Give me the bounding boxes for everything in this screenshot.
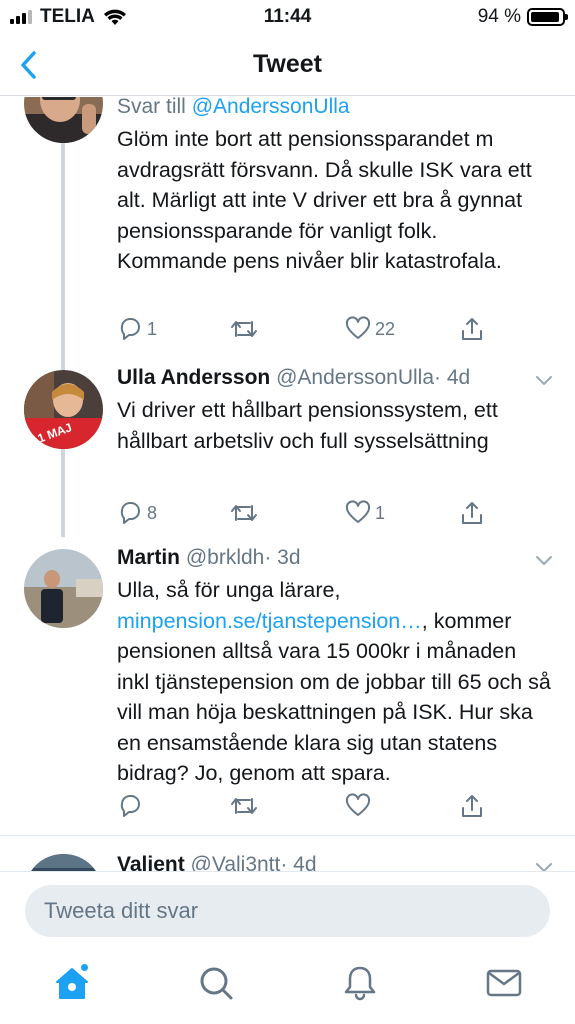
like-count: 1 xyxy=(375,502,386,523)
tweet-header: Valient @Vali3ntt· 4d xyxy=(117,852,553,871)
like-button[interactable]: 1 xyxy=(345,500,385,526)
tweet-text: Ulla, så för unga lärare, minpension.se/… xyxy=(117,575,553,789)
conversation-feed[interactable]: Svar till @AnderssonUlla Glöm inte bort … xyxy=(0,97,575,871)
like-button[interactable]: 22 xyxy=(345,316,395,342)
user-handle[interactable]: @AnderssonUlla xyxy=(276,366,434,389)
reply-bar: Tweeta ditt svar xyxy=(0,871,575,939)
like-button[interactable] xyxy=(345,793,375,819)
reply-count: 8 xyxy=(147,502,158,523)
heart-icon xyxy=(345,500,371,523)
share-button[interactable] xyxy=(459,793,485,819)
tweet-4[interactable]: Valient @Vali3ntt· 4d xyxy=(0,836,575,871)
avatar[interactable] xyxy=(24,97,103,143)
retweet-icon xyxy=(231,505,257,521)
messages-envelope-icon xyxy=(486,969,522,997)
tweet-body: Valient @Vali3ntt· 4d xyxy=(117,852,553,871)
share-button[interactable] xyxy=(459,500,485,526)
retweet-button[interactable] xyxy=(230,500,262,526)
display-name[interactable]: Ulla Andersson xyxy=(117,366,270,389)
tweet-body: Svar till @AnderssonUlla Glöm inte bort … xyxy=(117,97,553,277)
tweet-body: Ulla Andersson @AnderssonUlla· 4d Vi dri… xyxy=(117,365,553,456)
tweet-time: · 4d xyxy=(434,366,471,389)
reply-button[interactable]: 8 xyxy=(117,500,157,526)
tweet-body: Martin @brkldh· 3d Ulla, så för unga lär… xyxy=(117,545,553,789)
share-button[interactable] xyxy=(459,316,485,342)
reply-icon xyxy=(120,795,140,817)
reply-icon xyxy=(120,502,140,524)
tweet-actions xyxy=(117,793,497,823)
reply-input[interactable]: Tweeta ditt svar xyxy=(25,885,550,937)
tweet-actions: 8 1 xyxy=(117,500,497,530)
status-bar: TELIA 11:44 94 % xyxy=(0,0,575,34)
nav-bar: Tweet xyxy=(0,34,575,96)
chevron-down-icon[interactable] xyxy=(535,555,553,567)
chevron-down-icon[interactable] xyxy=(535,375,553,387)
reply-mention-link[interactable]: @AnderssonUlla xyxy=(192,97,350,118)
status-right: 94 % xyxy=(477,6,568,28)
unread-dot xyxy=(81,964,88,971)
tab-bar xyxy=(0,939,575,1024)
reply-context: Svar till @AnderssonUlla xyxy=(117,97,553,120)
tweet-text-part: , kommer pensionen alltså vara 15 000kr … xyxy=(117,608,551,786)
tweet-2[interactable]: 1 MAJ Ulla Andersson @AnderssonUlla· 4d … xyxy=(0,365,575,545)
tab-notifications[interactable] xyxy=(340,963,380,1003)
heart-icon xyxy=(345,793,371,816)
display-name[interactable]: Valient xyxy=(117,853,185,871)
reply-button[interactable] xyxy=(117,793,147,819)
reply-count: 1 xyxy=(147,318,158,339)
chevron-down-icon[interactable] xyxy=(535,862,553,871)
tweet-text-part: Ulla, så för unga lärare, xyxy=(117,578,341,602)
retweet-icon xyxy=(231,321,257,337)
battery-percent: 94 % xyxy=(477,6,521,27)
tweet-3[interactable]: Martin @brkldh· 3d Ulla, så för unga lär… xyxy=(0,545,575,835)
retweet-button[interactable] xyxy=(230,316,262,342)
share-icon xyxy=(462,502,482,524)
tweet-header: Martin @brkldh· 3d xyxy=(117,545,553,571)
tab-search[interactable] xyxy=(196,963,236,1003)
tweet-time: · 4d xyxy=(280,853,317,871)
display-name[interactable]: Martin xyxy=(117,546,180,569)
user-handle[interactable]: @Vali3ntt xyxy=(191,853,281,871)
tweet-header: Ulla Andersson @AnderssonUlla· 4d xyxy=(117,365,553,391)
user-handle[interactable]: @brkldh xyxy=(186,546,265,569)
avatar[interactable]: 1 MAJ xyxy=(24,370,103,449)
tweet-link[interactable]: minpension.se/tjanstepension… xyxy=(117,609,422,633)
reply-prefix: Svar till xyxy=(117,97,192,118)
retweet-button[interactable] xyxy=(230,793,262,819)
heart-icon xyxy=(345,316,371,339)
notifications-bell-icon xyxy=(344,966,376,1001)
share-icon xyxy=(462,318,482,340)
tweet-actions: 1 22 xyxy=(117,316,497,346)
reply-button[interactable]: 1 xyxy=(117,316,157,342)
search-icon xyxy=(200,967,233,1000)
battery-icon xyxy=(527,8,568,26)
like-count: 22 xyxy=(375,318,396,339)
reply-icon xyxy=(120,318,140,340)
page-title: Tweet xyxy=(253,50,322,78)
tab-messages[interactable] xyxy=(484,963,524,1003)
share-icon xyxy=(462,795,482,817)
avatar[interactable] xyxy=(24,854,103,871)
tweet-time: · 3d xyxy=(264,546,301,569)
tweet-1[interactable]: Svar till @AnderssonUlla Glöm inte bort … xyxy=(0,97,575,365)
retweet-icon xyxy=(231,798,257,814)
avatar[interactable] xyxy=(24,549,103,628)
tweet-text: Glöm inte bort att pensionssparandet m a… xyxy=(117,127,532,273)
tweet-text: Vi driver ett hållbart pensionssystem, e… xyxy=(117,398,498,453)
